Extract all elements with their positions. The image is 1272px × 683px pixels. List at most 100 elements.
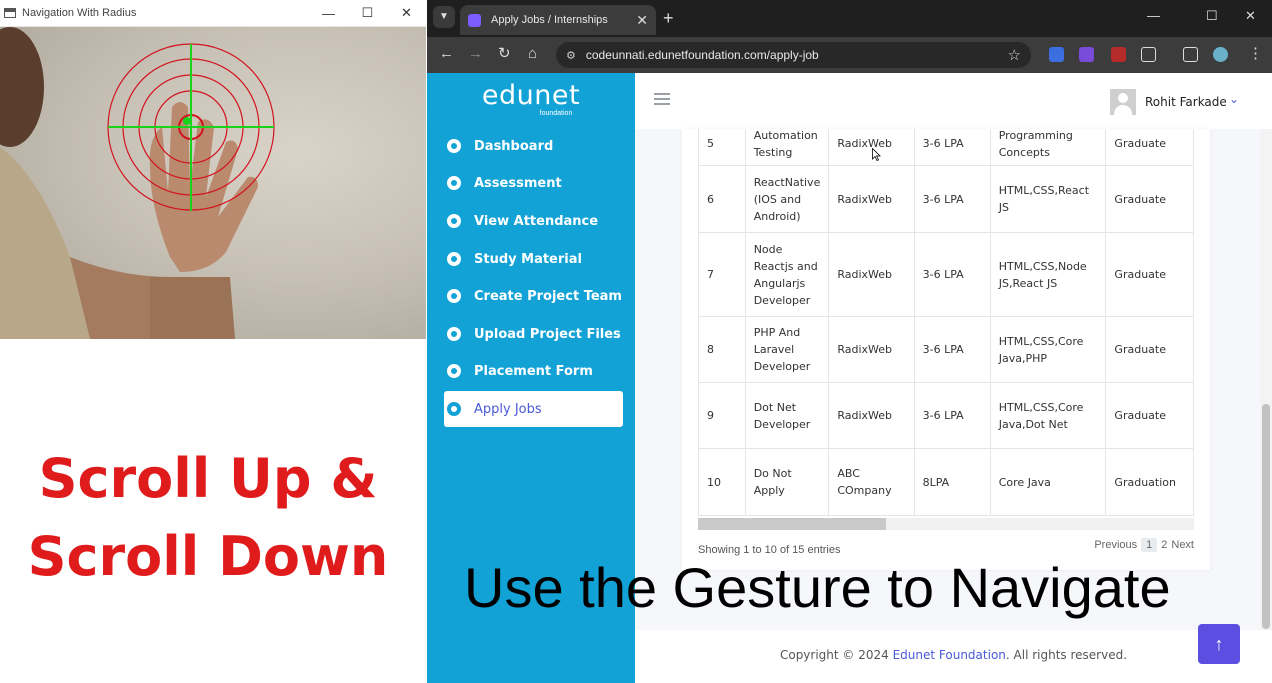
cell-qualification: Graduate (1105, 129, 1194, 166)
cell-skills: HTML,CSS,Node JS,React JS (989, 232, 1107, 317)
edunet-foundation-link[interactable]: Edunet Foundation (893, 648, 1006, 662)
browser-close-button[interactable]: ✕ (1245, 8, 1256, 24)
nav-bullet-icon (447, 139, 461, 153)
gesture-instruction-line1: Scroll Up & (38, 447, 378, 510)
pagination-page-1[interactable]: 1 (1141, 538, 1158, 552)
video-caption: Use the Gesture to Navigate (464, 556, 1171, 619)
table-row: 5 Automation Testing RadixWeb 3-6 LPA Pr… (698, 129, 1194, 166)
browser-maximize-button[interactable]: ☐ (1206, 8, 1218, 24)
menu-toggle-icon[interactable] (654, 93, 670, 105)
nav-bullet-icon (447, 289, 461, 303)
gesture-instruction: Scroll Up & Scroll Down (0, 440, 416, 596)
nav-bullet-icon (447, 327, 461, 341)
sidebar-item-label: Dashboard (474, 138, 554, 154)
home-button[interactable]: ⌂ (528, 45, 537, 63)
pagination-previous[interactable]: Previous (1094, 539, 1137, 551)
jobs-card: 5 Automation Testing RadixWeb 3-6 LPA Pr… (682, 129, 1210, 570)
extension-icon-3[interactable] (1111, 47, 1126, 62)
gesture-instruction-line2: Scroll Down (27, 525, 389, 588)
cell-job-title: Do Not Apply (744, 448, 830, 516)
sidebar-item-label: Upload Project Files (474, 326, 621, 342)
tab-close-icon[interactable]: ✕ (636, 12, 648, 29)
browser-minimize-button[interactable]: — (1147, 8, 1160, 23)
close-button[interactable]: ✕ (387, 5, 426, 21)
table-horizontal-scrollbar[interactable] (698, 518, 1194, 530)
browser-menu-icon[interactable]: ⋮ (1248, 45, 1263, 63)
new-tab-button[interactable]: + (663, 8, 674, 28)
pagination-next[interactable]: Next (1171, 539, 1194, 551)
url-text: codeunnati.edunetfoundation.com/apply-jo… (585, 48, 819, 62)
tab-apply-jobs[interactable]: Apply Jobs / Internships ✕ (460, 5, 656, 35)
cell-company: RadixWeb (828, 382, 915, 449)
user-avatar[interactable] (1110, 89, 1136, 115)
cell-qualification: Graduation (1105, 448, 1194, 516)
footer: Copyright © 2024 Edunet Foundation. All … (635, 630, 1272, 683)
cell-skills: Programming Concepts (989, 129, 1107, 166)
jobs-table: 5 Automation Testing RadixWeb 3-6 LPA Pr… (698, 129, 1194, 516)
mouse-cursor-icon (872, 148, 881, 161)
cell-job-title: Automation Testing (744, 129, 830, 166)
side-panel-icon[interactable] (1183, 47, 1198, 62)
cell-package: 8LPA (913, 448, 991, 516)
table-row: 7 Node Reactjs and Angularjs Developer R… (698, 232, 1194, 317)
tab-search-button[interactable]: ▼ (433, 6, 455, 28)
profile-avatar-icon[interactable] (1213, 47, 1228, 62)
screen: Navigation With Radius — ☐ ✕ Scroll Up &… (0, 0, 1272, 683)
cell-package: 3-6 LPA (913, 316, 991, 383)
sidebar-item-apply-jobs[interactable]: Apply Jobs (444, 391, 623, 427)
cell-skills: HTML,CSS,React JS (989, 165, 1107, 233)
camera-feed (0, 27, 426, 339)
chevron-down-icon[interactable]: ⌄ (1229, 92, 1239, 106)
cell-company: RadixWeb (828, 232, 915, 317)
sidebar-item-placement-form[interactable]: Placement Form (444, 353, 623, 389)
sidebar-item-dashboard[interactable]: Dashboard (444, 128, 623, 164)
cell-sr-no: 6 (698, 165, 746, 233)
extension-icon-2[interactable] (1079, 47, 1094, 62)
scrollbar-thumb[interactable] (1262, 404, 1270, 629)
cell-qualification: Graduate (1105, 382, 1194, 449)
nav-bullet-icon (447, 176, 461, 190)
sidebar-item-label: Assessment (474, 175, 562, 191)
user-name[interactable]: Rohit Farkade (1145, 95, 1227, 109)
cell-package: 3-6 LPA (913, 382, 991, 449)
minimize-button[interactable]: — (309, 6, 348, 21)
app-window-icon (4, 8, 16, 18)
cell-package: 3-6 LPA (913, 232, 991, 317)
forward-button[interactable]: → (468, 45, 483, 63)
sidebar-item-label: Placement Form (474, 363, 593, 379)
sidebar-item-study-material[interactable]: Study Material (444, 241, 623, 277)
camera-titlebar: Navigation With Radius — ☐ ✕ (0, 0, 426, 27)
table-row: 10 Do Not Apply ABC COmpany 8LPA Core Ja… (698, 448, 1194, 516)
hand-tracking-overlay (0, 27, 275, 339)
cell-sr-no: 7 (698, 232, 746, 317)
pagination-page-2[interactable]: 2 (1161, 539, 1167, 551)
sidebar-item-assessment[interactable]: Assessment (444, 165, 623, 201)
page-vertical-scrollbar[interactable] (1260, 129, 1272, 683)
cell-qualification: Graduate (1105, 232, 1194, 317)
cell-qualification: Graduate (1105, 165, 1194, 233)
nav-bullet-icon (447, 402, 461, 416)
reload-button[interactable]: ↻ (498, 45, 511, 63)
cell-company: RadixWeb (828, 316, 915, 383)
jobs-table-container: 5 Automation Testing RadixWeb 3-6 LPA Pr… (698, 129, 1194, 516)
edunet-logo[interactable]: edunet foundation (427, 81, 635, 118)
site-info-icon[interactable]: ⚙ (566, 49, 576, 62)
sidebar-item-create-project-team[interactable]: Create Project Team (444, 278, 623, 314)
sidebar-item-upload-project-files[interactable]: Upload Project Files (444, 316, 623, 352)
bookmark-star-icon[interactable]: ☆ (1008, 46, 1021, 64)
copyright-prefix: Copyright © 2024 (779, 648, 893, 662)
address-bar[interactable]: ⚙ codeunnati.edunetfoundation.com/apply-… (556, 42, 1031, 68)
extension-icon-1[interactable] (1049, 47, 1064, 62)
sidebar-item-view-attendance[interactable]: View Attendance (444, 203, 623, 239)
cell-skills: HTML,CSS,Core Java,PHP (989, 316, 1107, 383)
back-to-top-button[interactable]: ↑ (1198, 624, 1240, 664)
nav-bullet-icon (447, 252, 461, 266)
tab-title: Apply Jobs / Internships (491, 14, 608, 26)
scrollbar-thumb[interactable] (698, 518, 886, 530)
extensions-puzzle-icon[interactable] (1141, 47, 1156, 62)
maximize-button[interactable]: ☐ (348, 5, 387, 21)
camera-window: Navigation With Radius — ☐ ✕ Scroll Up &… (0, 0, 426, 683)
sidebar-item-label: Apply Jobs (474, 401, 542, 417)
cell-job-title: PHP And Laravel Developer (744, 316, 830, 383)
back-button[interactable]: ← (439, 45, 454, 63)
